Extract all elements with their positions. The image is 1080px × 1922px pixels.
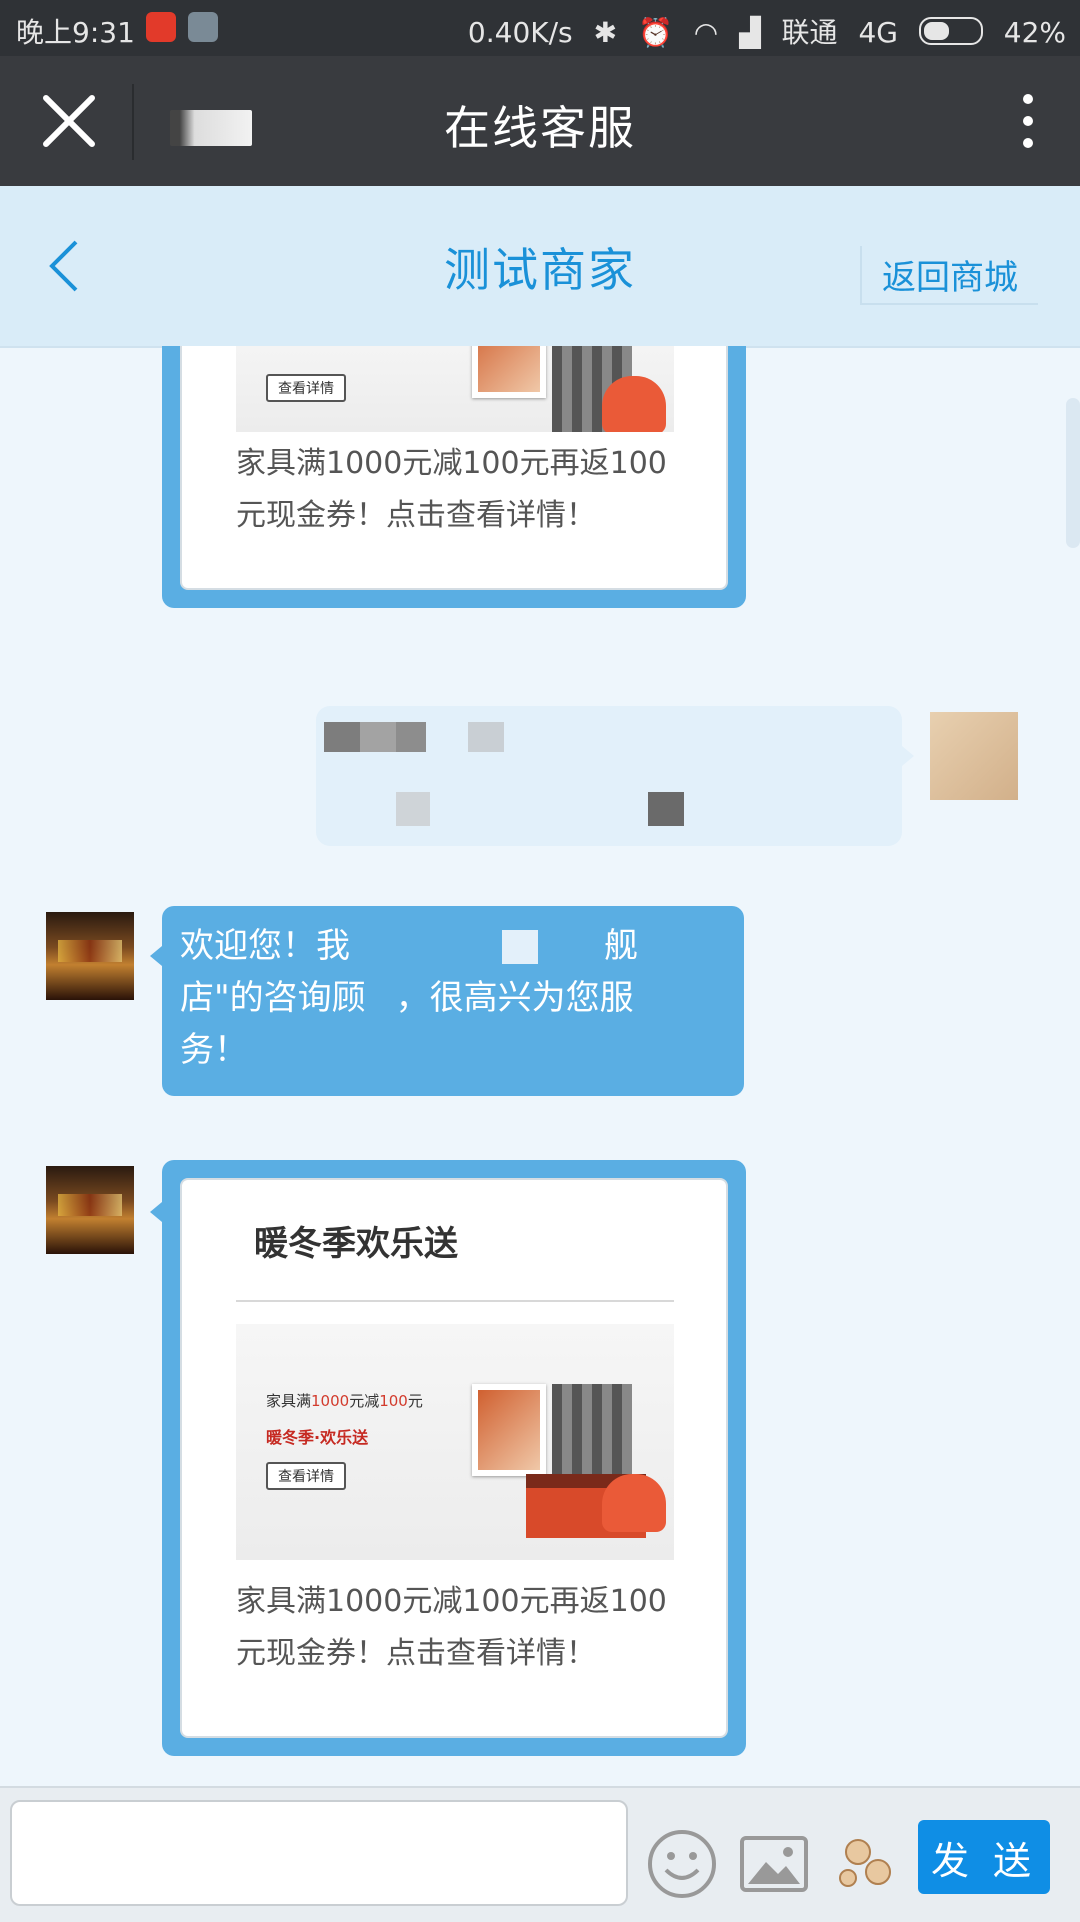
promo-art-chair	[602, 1474, 666, 1532]
carrier-name: 联通	[781, 16, 838, 49]
notification-app-icon	[146, 12, 176, 42]
network-type: 4G	[858, 16, 898, 49]
promo-description: 家具满1000元减100元再返100元现金券！点击查看详情！	[236, 446, 667, 533]
promo-banner-image[interactable]: 查看详情	[236, 346, 674, 432]
redacted-block	[396, 722, 426, 752]
message-input[interactable]	[10, 1800, 628, 1906]
promo-banner-image[interactable]: 家具满1000元减100元 暖冬季·欢乐送 查看详情	[236, 1324, 674, 1560]
promo-art-frame	[472, 1384, 546, 1476]
agent-avatar[interactable]	[46, 912, 134, 1000]
page-title: 在线客服	[444, 101, 636, 155]
status-right: 0.40K/s ✱ ⏰ ◠ ▟ 联通 4G 42%	[456, 11, 1066, 51]
welcome-line-2: 店"的咨询顾 ，很高兴为您服	[180, 978, 634, 1018]
view-details-button[interactable]: 查看详情	[266, 1462, 346, 1490]
redacted-block	[468, 722, 504, 752]
promo-art-frame	[472, 346, 546, 398]
agent-bubble-tail	[150, 946, 162, 966]
welcome-line-1: 欢迎您！我 舰	[180, 926, 638, 966]
promo-card[interactable]: 暖冬季欢乐送 家具满1000元减100元 暖冬季·欢乐送 查看详情 家具满100…	[180, 1178, 728, 1738]
status-bar: 晚上9:31 0.40K/s ✱ ⏰ ◠ ▟ 联通 4G 42%	[0, 0, 1080, 56]
bluetooth-icon: ✱	[593, 16, 618, 49]
redacted-block	[648, 792, 684, 826]
battery-icon	[918, 17, 983, 45]
user-message-bubble[interactable]	[316, 706, 902, 846]
user-bubble-tail	[902, 746, 914, 766]
welcome-line-3: 务！	[180, 1030, 248, 1070]
redacted-block	[396, 792, 430, 826]
battery-percent: 42%	[1003, 16, 1066, 49]
promo-image-offer: 家具满1000元减100元	[266, 1392, 423, 1410]
user-avatar[interactable]	[930, 712, 1018, 800]
network-speed: 0.40K/s	[467, 16, 573, 49]
promo-card-message[interactable]: 暖冬季欢乐送 家具满1000元减100元 暖冬季·欢乐送 查看详情 家具满100…	[162, 1160, 746, 1756]
promo-card[interactable]: 查看详情 家具满1000元减100元再返100元现金券！点击查看详情！	[180, 346, 728, 590]
redacted-block	[360, 722, 396, 752]
input-bar: 发 送	[0, 1786, 1080, 1922]
emoji-icon[interactable]	[646, 1828, 718, 1900]
image-icon[interactable]	[738, 1828, 810, 1900]
promo-card-message[interactable]: 查看详情 家具满1000元减100元再返100元现金券！点击查看详情！	[162, 346, 746, 608]
wifi-icon: ◠	[693, 16, 719, 49]
chat-scrollbar[interactable]	[1066, 398, 1080, 548]
promo-card-title: 暖冬季欢乐送	[254, 1224, 458, 1264]
sticker-icon[interactable]	[828, 1828, 900, 1900]
webview-title-bar: 在线客服	[0, 56, 1080, 186]
notification-message-icon	[188, 12, 218, 42]
redacted-block	[502, 930, 538, 964]
promo-image-slogan: 暖冬季·欢乐送	[266, 1428, 369, 1447]
status-time: 晚上9:31	[16, 16, 135, 49]
chat-messages[interactable]: 查看详情 家具满1000元减100元再返100元现金券！点击查看详情！ 欢迎您！…	[0, 346, 1080, 1786]
shop-header: 测试商家 返回商城	[0, 186, 1080, 348]
more-menu-icon[interactable]	[1016, 94, 1040, 150]
redacted-block	[324, 722, 360, 752]
alarm-icon: ⏰	[637, 16, 673, 49]
agent-avatar[interactable]	[46, 1166, 134, 1254]
promo-art-chair	[602, 376, 666, 432]
return-to-mall-button[interactable]: 返回商城	[860, 246, 1038, 305]
view-details-button[interactable]: 查看详情	[266, 374, 346, 402]
agent-bubble-tail	[150, 1202, 162, 1222]
promo-description: 家具满1000元减100元再返100元现金券！点击查看详情！	[236, 1584, 667, 1671]
welcome-message-bubble[interactable]: 欢迎您！我 舰 店"的咨询顾 ，很高兴为您服 务！	[162, 906, 744, 1096]
signal-icon: ▟	[739, 16, 761, 49]
send-button[interactable]: 发 送	[918, 1820, 1050, 1894]
card-separator	[236, 1300, 674, 1302]
